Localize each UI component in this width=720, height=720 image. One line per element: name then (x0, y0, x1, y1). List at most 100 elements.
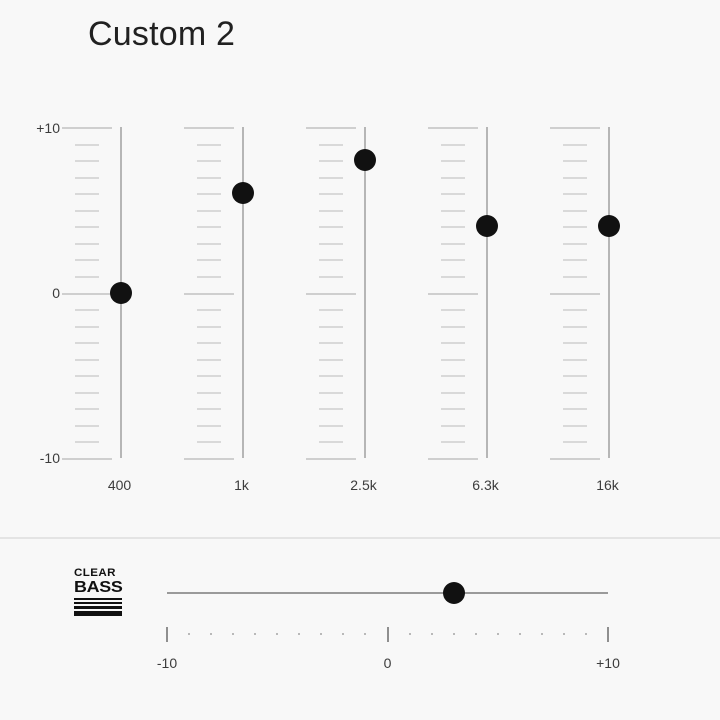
equalizer-tick-minor (441, 375, 465, 378)
equalizer-tick-minor (319, 325, 343, 328)
equalizer-slider-track[interactable] (486, 127, 488, 458)
clear-bass-slider-thumb[interactable] (442, 582, 465, 604)
equalizer-tick-minor (75, 325, 99, 328)
equalizer-tick-minor (441, 424, 465, 427)
equalizer-tick-minor (441, 242, 465, 245)
equalizer-tick-major (62, 458, 112, 460)
equalizer-tick-minor (563, 226, 587, 229)
equalizer-tick-major (428, 458, 478, 460)
equalizer-tick-minor (197, 176, 221, 179)
equalizer-slider-thumb[interactable] (476, 215, 498, 238)
clear-bass-scale-label-zero: 0 (383, 655, 392, 671)
equalizer-tick-minor (319, 342, 343, 345)
clear-bass-scale-label-min: -10 (156, 655, 178, 671)
equalizer-band: 2.5k (304, 96, 426, 538)
equalizer-tick-minor (441, 143, 465, 146)
clear-bass-tick-minor (496, 633, 499, 635)
equalizer-tick-minor (75, 391, 99, 394)
equalizer-tick-minor (563, 209, 587, 212)
equalizer-tick-major (306, 292, 356, 295)
clear-bass-tick-minor (232, 633, 235, 635)
equalizer-tick-minor (563, 441, 587, 444)
clear-bass-tick-major (607, 627, 609, 642)
equalizer-tick-minor (441, 226, 465, 229)
equalizer-tick-minor (75, 375, 99, 378)
equalizer-tick-minor (441, 209, 465, 212)
clear-bass-tick-minor (584, 633, 587, 635)
equalizer-band: 400 (60, 96, 182, 538)
clear-bass-tick-minor (188, 633, 191, 635)
equalizer-tick-minor (441, 160, 465, 163)
clear-bass-tick-major (166, 627, 168, 642)
clear-bass-logo-bars (74, 598, 122, 616)
equalizer-tick-minor (197, 259, 221, 262)
equalizer-tick-minor (319, 375, 343, 378)
clear-bass-ruler (166, 627, 609, 643)
equalizer-tick-minor (563, 176, 587, 179)
equalizer-slider-thumb[interactable] (598, 215, 620, 238)
equalizer-tick-minor (197, 309, 221, 312)
equalizer-tick-minor (563, 259, 587, 262)
equalizer-tick-minor (441, 275, 465, 278)
equalizer-tick-minor (197, 358, 221, 361)
equalizer-tick-minor (319, 160, 343, 163)
equalizer-tick-minor (319, 193, 343, 196)
equalizer-slider-thumb[interactable] (354, 149, 376, 172)
equalizer-tick-minor (75, 358, 99, 361)
equalizer-frequency-label: 2.5k (350, 477, 377, 493)
equalizer-tick-minor (441, 391, 465, 394)
equalizer-band-ruler (303, 127, 359, 460)
clear-bass-tick-major (386, 627, 389, 642)
equalizer-tick-minor (441, 325, 465, 328)
equalizer-tick-minor (563, 275, 587, 278)
clear-bass-panel: CLEAR BASS -10 0 +10 (0, 539, 720, 720)
equalizer-tick-minor (319, 209, 343, 212)
clear-bass-tick-minor (518, 633, 521, 635)
equalizer-frequency-label: 16k (596, 477, 619, 493)
equalizer-tick-minor (319, 242, 343, 245)
equalizer-tick-minor (75, 342, 99, 345)
equalizer-tick-minor (197, 441, 221, 444)
equalizer-tick-minor (441, 441, 465, 444)
equalizer-tick-minor (563, 193, 587, 196)
equalizer-band-ruler (59, 127, 115, 460)
equalizer-tick-minor (75, 143, 99, 146)
equalizer-band: 1k (182, 96, 304, 538)
equalizer-slider-thumb[interactable] (232, 182, 254, 205)
clear-bass-scale-label-max: +10 (596, 655, 620, 671)
equalizer-tick-minor (319, 391, 343, 394)
axis-label-min: -10 (39, 450, 60, 466)
equalizer-slider-track[interactable] (608, 127, 610, 458)
equalizer-tick-minor (197, 408, 221, 411)
equalizer-tick-minor (197, 325, 221, 328)
equalizer-tick-minor (563, 358, 587, 361)
equalizer-tick-minor (75, 309, 99, 312)
clear-bass-tick-minor (210, 633, 213, 635)
equalizer-tick-minor (197, 424, 221, 427)
equalizer-tick-minor (319, 309, 343, 312)
clear-bass-tick-minor (408, 633, 411, 635)
clear-bass-tick-minor (254, 633, 257, 635)
equalizer-slider-track[interactable] (242, 127, 244, 458)
clear-bass-tick-minor (562, 633, 565, 635)
equalizer-tick-minor (75, 176, 99, 179)
equalizer-tick-minor (563, 391, 587, 394)
equalizer-tick-major (550, 458, 600, 460)
equalizer-tick-minor (319, 275, 343, 278)
equalizer-band-ruler (181, 127, 237, 460)
equalizer-tick-minor (197, 193, 221, 196)
equalizer-slider-thumb[interactable] (110, 281, 132, 304)
page-title: Custom 2 (88, 15, 236, 53)
equalizer-tick-major (306, 458, 356, 460)
clear-bass-slider-track[interactable] (167, 592, 608, 594)
equalizer-tick-minor (197, 375, 221, 378)
clear-bass-tick-minor (364, 633, 367, 635)
equalizer-tick-minor (197, 242, 221, 245)
equalizer-tick-minor (563, 160, 587, 163)
clear-bass-tick-minor (452, 633, 455, 635)
equalizer-slider-track[interactable] (364, 127, 366, 458)
equalizer-tick-minor (75, 275, 99, 278)
equalizer-tick-minor (319, 226, 343, 229)
clear-bass-logo-bar (74, 598, 122, 600)
clear-bass-logo-bar (74, 602, 122, 604)
